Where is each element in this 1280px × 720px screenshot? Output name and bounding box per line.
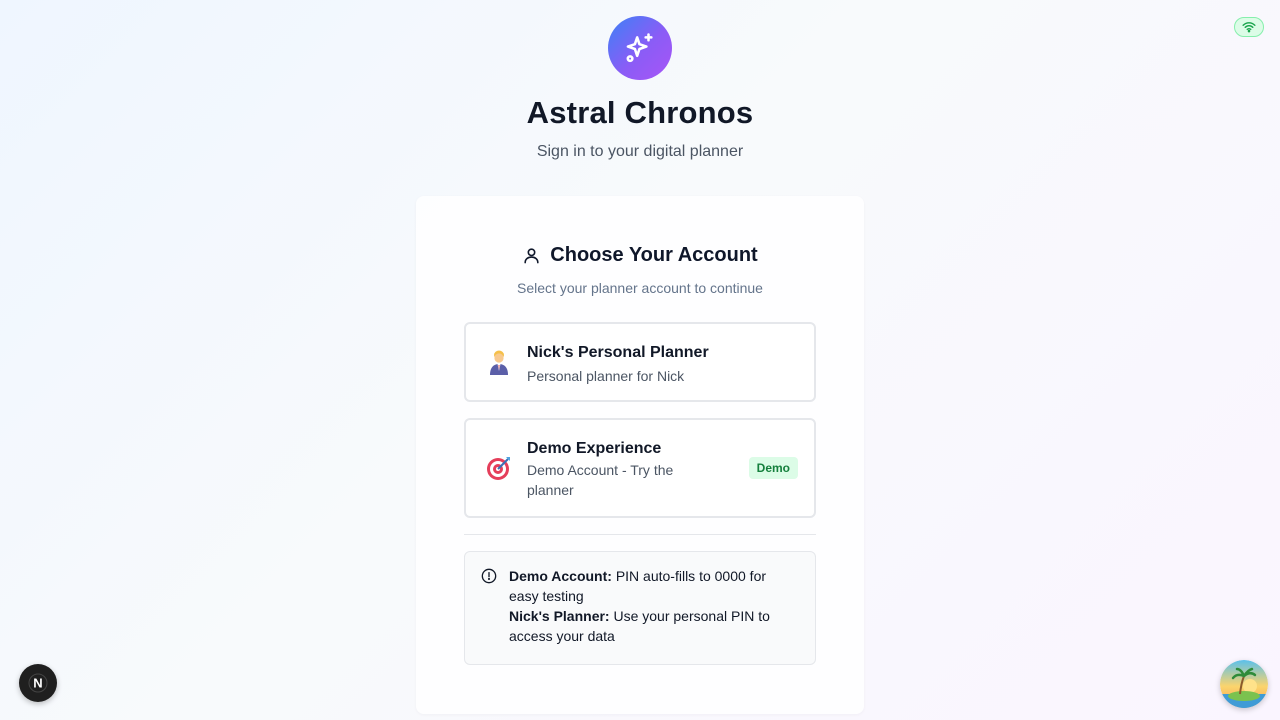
connection-status[interactable]	[1234, 17, 1264, 37]
user-icon	[524, 248, 539, 264]
app-subtitle: Sign in to your digital planner	[536, 143, 744, 160]
account-picker-header: Choose Your Account	[416, 244, 864, 267]
account-description: Personal planner for Nick	[527, 368, 685, 384]
account-name: Demo Experience	[527, 440, 662, 457]
info-demo-label: Demo Account:	[509, 568, 612, 584]
nextjs-dev-button[interactable]: N	[19, 664, 57, 702]
wifi-icon	[1242, 22, 1256, 33]
account-name: Nick's Personal Planner	[527, 344, 709, 361]
divider	[464, 534, 816, 535]
info-circle-icon	[481, 568, 497, 584]
account-picker-subtitle: Select your planner account to continue	[517, 280, 763, 296]
app-logo	[608, 16, 672, 80]
sparkles-icon	[626, 33, 653, 63]
info-nick-label: Nick's Planner:	[509, 608, 610, 624]
account-description: Demo Account - Try the planner	[527, 462, 674, 498]
info-text: Demo Account: PIN auto-fills to 0000 for…	[509, 566, 799, 646]
next-logo-letter: N	[33, 676, 42, 691]
info-nick-line: Nick's Planner: Use your personal PIN to…	[509, 606, 799, 646]
target-icon	[486, 455, 512, 481]
account-option-nick[interactable]: Nick's Personal Planner Personal planner…	[464, 322, 816, 402]
app-title: Astral Chronos	[526, 95, 754, 130]
account-option-demo[interactable]: Demo Experience Demo Account - Try the p…	[464, 418, 816, 518]
info-demo-line: Demo Account: PIN auto-fills to 0000 for…	[509, 566, 799, 606]
island-sunset-icon	[1220, 660, 1268, 708]
info-box: Demo Account: PIN auto-fills to 0000 for…	[464, 551, 816, 665]
person-in-suit-icon	[486, 349, 512, 375]
next-logo-icon: N	[28, 673, 48, 693]
account-picker-title: Choose Your Account	[550, 244, 758, 266]
account-picker-card: Choose Your Account Select your planner …	[416, 196, 864, 714]
demo-badge: Demo	[748, 457, 798, 479]
user-avatar[interactable]	[1220, 660, 1268, 708]
